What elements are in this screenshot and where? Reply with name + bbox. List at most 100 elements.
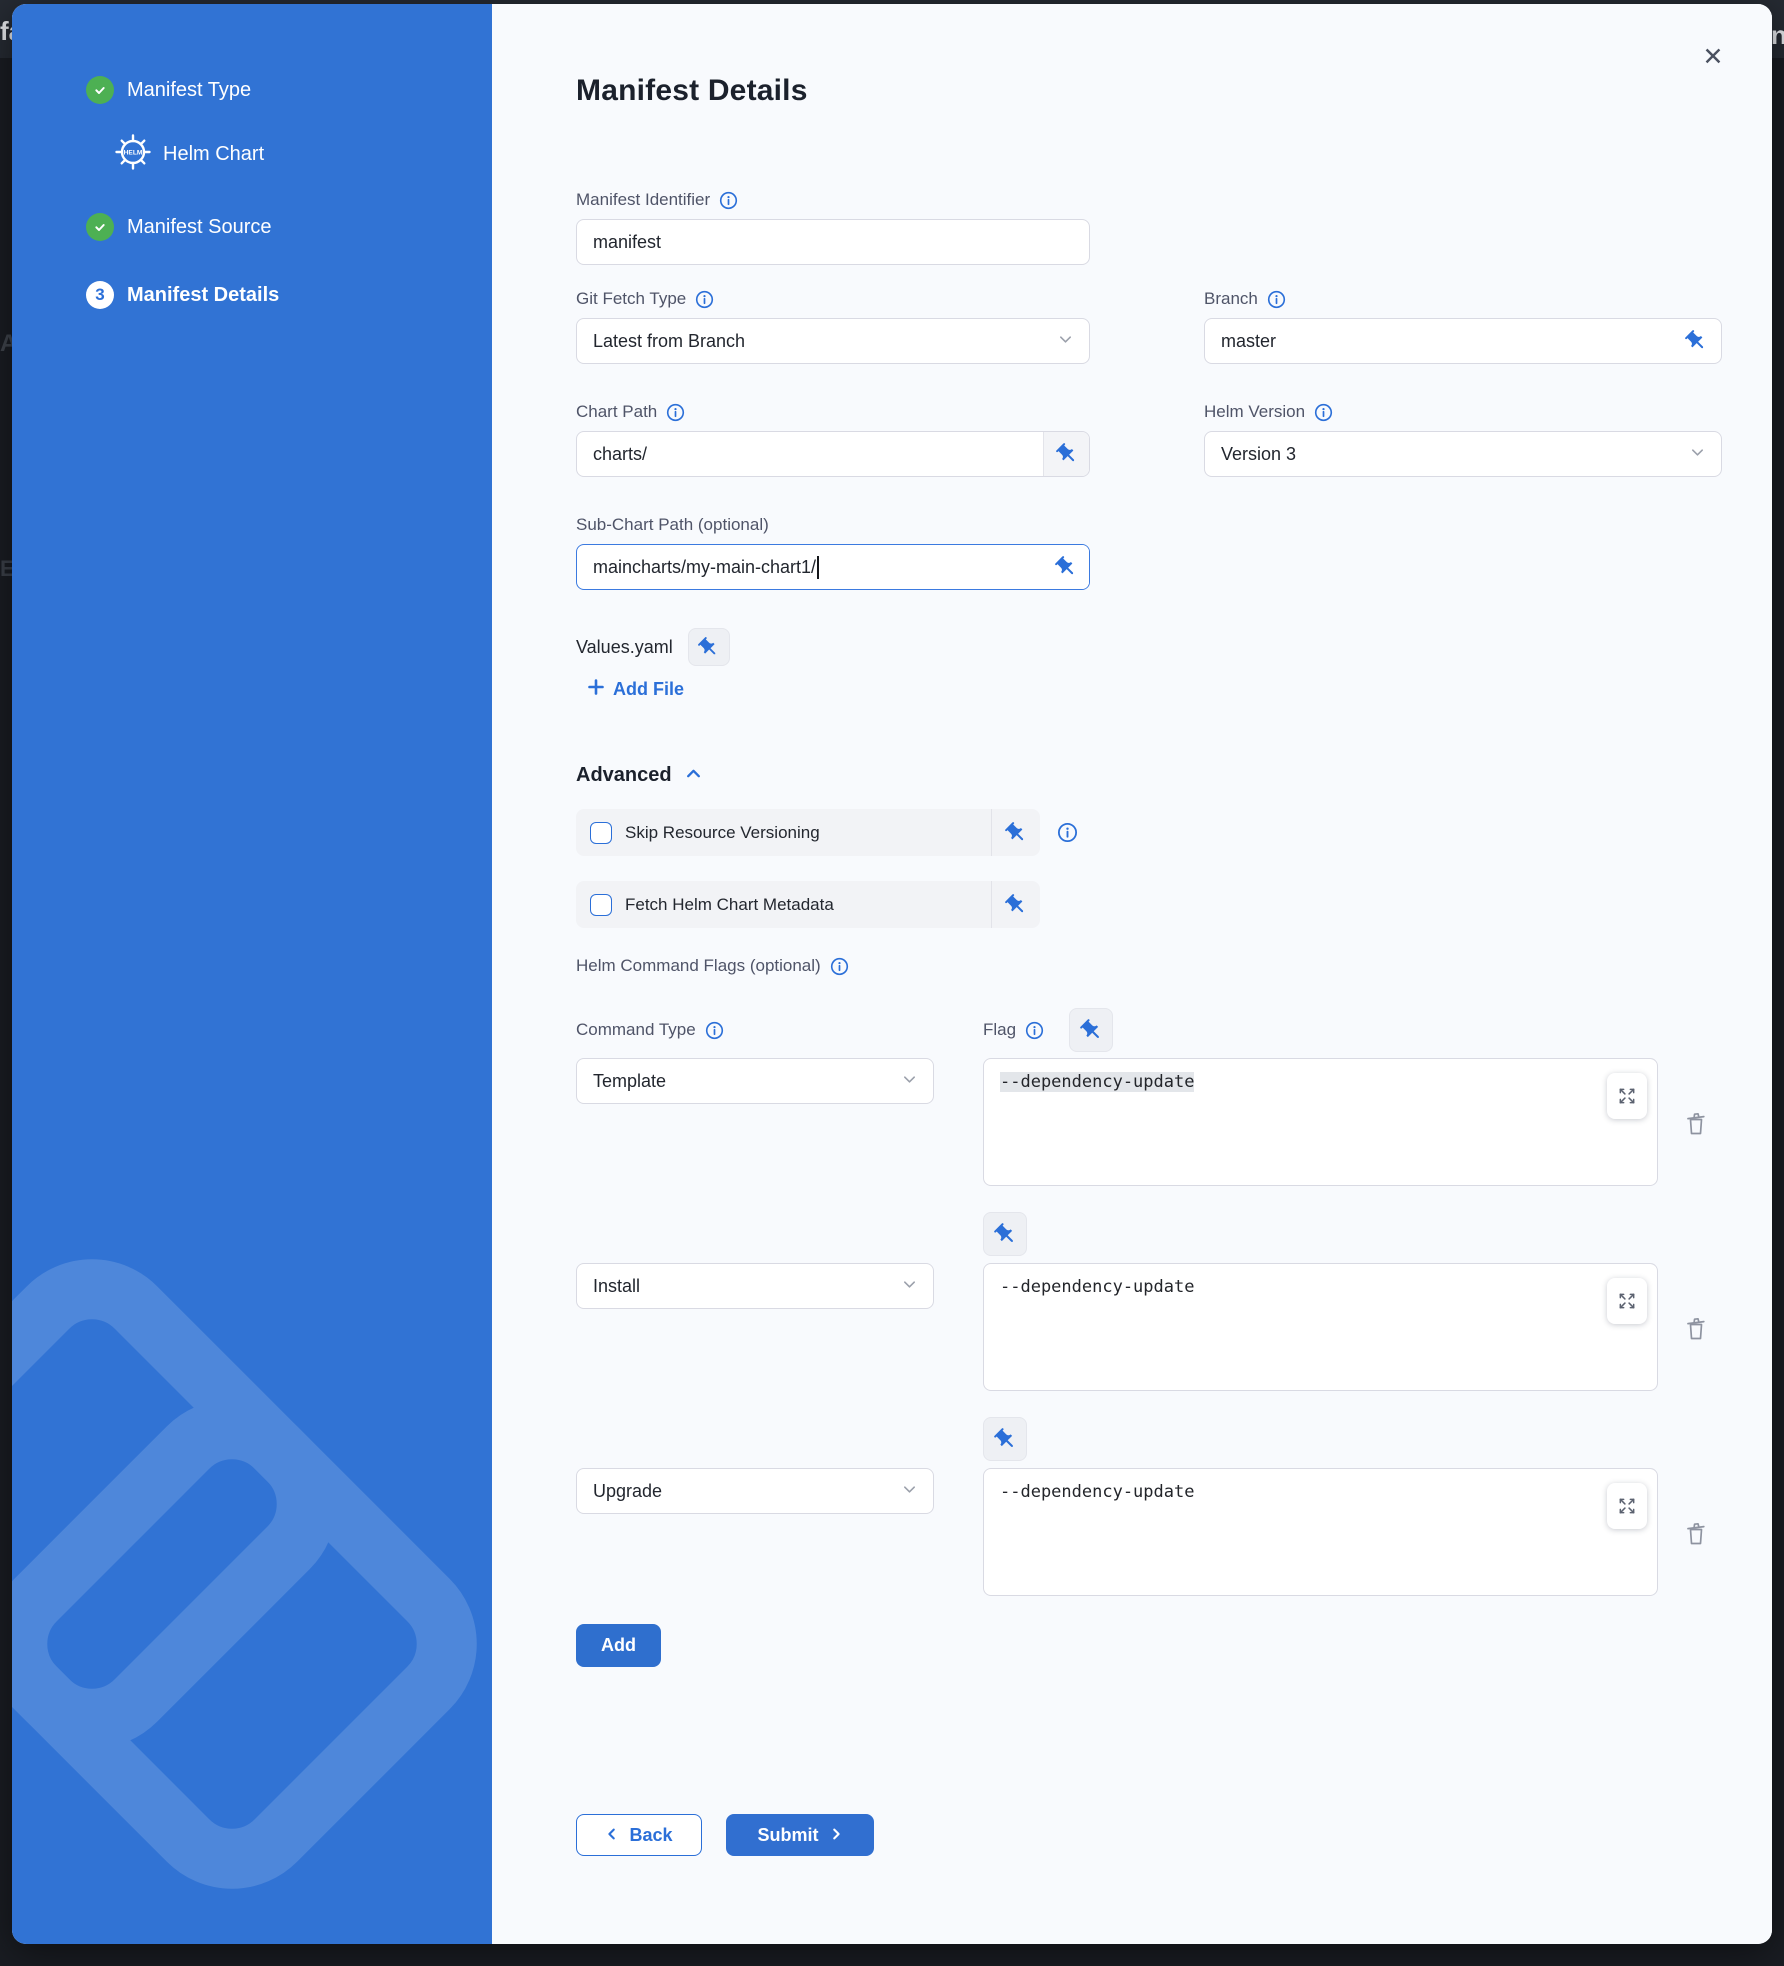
chevron-left-icon — [605, 1825, 619, 1846]
chevron-down-icon — [902, 1481, 917, 1502]
info-icon[interactable] — [830, 957, 849, 976]
background-right-edge: ne — [1771, 0, 1784, 1966]
command-type-value: Template — [593, 1071, 666, 1092]
chart-path-input[interactable]: charts/ — [577, 432, 1043, 476]
pin-icon[interactable] — [1043, 545, 1089, 589]
flag-textarea[interactable]: --dependency-update — [983, 1263, 1658, 1391]
fetch-helm-chart-metadata-row: Fetch Helm Chart Metadata — [576, 881, 1772, 928]
delete-flag-icon[interactable] — [1684, 1521, 1708, 1550]
info-icon[interactable] — [666, 403, 685, 422]
chevron-down-icon — [1690, 444, 1705, 465]
flag-textarea[interactable]: --dependency-update — [983, 1468, 1658, 1596]
flag-value: --dependency-update — [1000, 1277, 1194, 1297]
chevron-down-icon — [902, 1071, 917, 1092]
delete-flag-icon[interactable] — [1684, 1316, 1708, 1345]
git-fetch-type-value: Latest from Branch — [593, 331, 745, 352]
command-type-label: Command Type — [576, 1020, 696, 1040]
info-icon[interactable] — [719, 191, 738, 210]
add-flag-button[interactable]: Add — [576, 1624, 661, 1667]
command-type-select[interactable]: Template — [576, 1058, 934, 1104]
add-file-button[interactable]: Add File — [588, 679, 684, 700]
values-yaml-row: Values.yaml — [576, 628, 1772, 666]
git-fetch-type-select[interactable]: Latest from Branch — [576, 318, 1090, 364]
step-label: Manifest Source — [127, 216, 272, 239]
pin-icon[interactable] — [1684, 329, 1708, 358]
info-icon[interactable] — [1025, 1021, 1044, 1040]
manifest-identifier-input[interactable] — [576, 219, 1090, 265]
close-button[interactable]: ✕ — [1698, 42, 1728, 72]
checkbox-label: Skip Resource Versioning — [625, 823, 820, 843]
step-complete-icon — [86, 76, 114, 104]
command-type-select[interactable]: Install — [576, 1263, 934, 1309]
command-type-value: Upgrade — [593, 1481, 662, 1502]
step-complete-icon — [86, 213, 114, 241]
pin-icon[interactable] — [1043, 432, 1089, 476]
fetch-helm-chart-metadata-checkbox[interactable] — [590, 894, 612, 916]
helm-version-select[interactable]: Version 3 — [1204, 431, 1722, 477]
helm-version-label: Helm Version — [1204, 402, 1305, 422]
helm-command-flags-label: Helm Command Flags (optional) — [576, 956, 821, 976]
command-flag-row: Upgrade --dependency-update — [576, 1468, 1772, 1596]
manifest-identifier-field: Manifest Identifier — [576, 190, 1772, 265]
info-icon[interactable] — [1267, 290, 1286, 309]
step-helm-chart[interactable]: HELM Helm Chart — [86, 132, 492, 177]
step-number-badge: 3 — [86, 281, 114, 309]
info-icon[interactable] — [1057, 822, 1078, 843]
manifest-wizard-modal: Manifest Type HELM Helm Chart — [12, 4, 1772, 1944]
git-fetch-type-field: Git Fetch Type Latest from Branch — [576, 289, 1090, 364]
helm-version-field: Helm Version Version 3 — [1204, 402, 1722, 477]
info-icon[interactable] — [695, 290, 714, 309]
chevron-down-icon — [902, 1276, 917, 1297]
svg-text:HELM: HELM — [124, 150, 143, 157]
step-manifest-details[interactable]: 3 Manifest Details — [86, 281, 492, 309]
sub-chart-path-label: Sub-Chart Path (optional) — [576, 515, 769, 535]
info-icon[interactable] — [705, 1021, 724, 1040]
skip-resource-versioning-checkbox[interactable] — [590, 822, 612, 844]
step-label: Manifest Type — [127, 79, 251, 102]
submit-button[interactable]: Submit — [726, 1814, 874, 1856]
command-type-select[interactable]: Upgrade — [576, 1468, 934, 1514]
wizard-sidebar: Manifest Type HELM Helm Chart — [12, 4, 492, 1944]
step-manifest-type[interactable]: Manifest Type — [86, 76, 492, 104]
back-label: Back — [629, 1825, 672, 1846]
delete-flag-icon[interactable] — [1684, 1111, 1708, 1140]
expand-icon[interactable] — [1607, 1483, 1647, 1529]
expand-icon[interactable] — [1607, 1278, 1647, 1324]
chart-path-field: Chart Path charts/ — [576, 402, 1090, 477]
text-caret — [817, 556, 819, 579]
pin-button[interactable] — [1069, 1008, 1113, 1052]
info-icon[interactable] — [1314, 403, 1333, 422]
pin-button[interactable] — [983, 1417, 1027, 1461]
helm-chart-icon: HELM — [113, 132, 153, 177]
pin-button[interactable] — [983, 1212, 1027, 1256]
step-label: Helm Chart — [163, 143, 264, 166]
flag-value: --dependency-update — [1000, 1482, 1194, 1502]
plus-icon — [588, 679, 604, 700]
chevron-up-icon — [685, 765, 702, 787]
wizard-footer: Back Submit — [576, 1814, 1772, 1856]
branch-input[interactable] — [1204, 318, 1722, 364]
back-button[interactable]: Back — [576, 1814, 702, 1856]
sub-chart-path-value: maincharts/my-main-chart1/ — [593, 557, 816, 578]
pin-icon[interactable] — [992, 893, 1040, 917]
command-flag-row: Install --dependency-update — [576, 1263, 1772, 1391]
chart-path-label: Chart Path — [576, 402, 657, 422]
chevron-down-icon — [1058, 331, 1073, 352]
pin-icon[interactable] — [992, 821, 1040, 845]
page-title: Manifest Details — [576, 74, 1772, 108]
flag-textarea[interactable]: --dependency-update — [983, 1058, 1658, 1186]
step-manifest-source[interactable]: Manifest Source — [86, 213, 492, 241]
sub-chart-path-input[interactable]: maincharts/my-main-chart1/ — [577, 545, 1043, 589]
skip-resource-versioning-row: Skip Resource Versioning — [576, 809, 1772, 856]
pin-button[interactable] — [688, 628, 730, 666]
expand-icon[interactable] — [1607, 1073, 1647, 1119]
submit-label: Submit — [758, 1825, 819, 1846]
add-file-label: Add File — [613, 679, 684, 700]
advanced-title: Advanced — [576, 764, 672, 787]
branch-label: Branch — [1204, 289, 1258, 309]
harness-logo-watermark — [12, 1304, 492, 1924]
manifest-details-panel: ✕ Manifest Details Manifest Identifier G… — [492, 4, 1772, 1944]
git-fetch-type-label: Git Fetch Type — [576, 289, 686, 309]
command-type-value: Install — [593, 1276, 640, 1297]
advanced-section-toggle[interactable]: Advanced — [576, 764, 1772, 787]
